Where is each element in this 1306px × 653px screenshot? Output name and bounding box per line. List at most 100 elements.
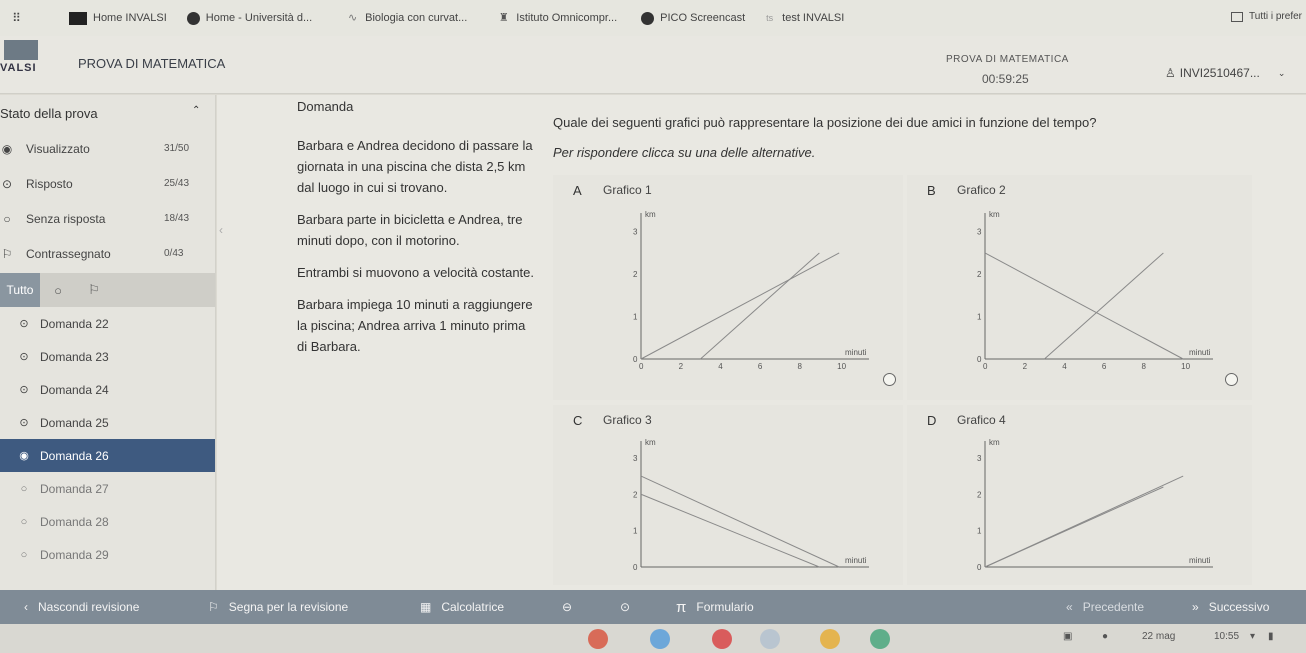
answered-icon: ⊙ [19,351,29,363]
question-item-26[interactable]: ◉ Domanda 26 [0,439,215,472]
formulary-button[interactable]: π Formulario [676,590,754,624]
stat-viewed: ◉ Visualizzato 31/50 [1,141,190,156]
question-header: Domanda [297,99,354,114]
exam-name: PROVA DI MATEMATICA [946,54,1069,65]
series-line-2 [640,493,820,568]
y-axis-label: km [645,438,656,447]
status-panel-title: Stato della prova [0,105,98,121]
option-d[interactable]: D Grafico 4 km minuti 0 1 2 3 [907,405,1252,585]
flag-icon: ⚐ [1,246,13,261]
folder-icon [1231,11,1244,22]
bottom-toolbar: ‹ Nascondi revisione ⚐ Segna per la revisi… [0,590,1306,624]
series-line-2 [1044,252,1164,360]
user-menu[interactable]: ♙ INVI2510467... ⌄ [1165,66,1285,80]
browser-icon[interactable] [820,629,840,649]
wifi-icon: ▾ [1250,631,1256,642]
x-tick-label: 8 [798,362,803,371]
bookmark-icon [69,11,87,25]
question-item-24[interactable]: ⊙ Domanda 24 [0,373,215,406]
answered-icon: ⊙ [1,176,13,191]
question-list: ⊙ Domanda 22 ⊙ Domanda 23 ⊙ Domanda 24 ⊙ Dom… [0,307,215,571]
x-tick-label: 6 [1102,362,1107,371]
user-id: INVI2510467... [1179,66,1260,80]
y-tick-label: 2 [633,270,638,279]
x-tick-label: 10 [1181,362,1190,371]
question-item-25[interactable]: ⊙ Domanda 25 [0,406,215,439]
battery-icon: ▮ [1268,631,1274,642]
target-icon: ⊙ [620,600,631,614]
y-tick-label: 3 [633,228,638,237]
x-tick-label: 8 [1142,362,1147,371]
apps-icon[interactable]: ⠿ [10,11,29,25]
x-tick-label: 6 [758,362,763,371]
x-axis-label: minuti [1189,556,1211,565]
bookmark-2[interactable]: ∿ Biologia con curvat... [346,12,467,25]
youtube-icon[interactable] [712,629,732,649]
series-line-1 [640,252,840,360]
mail-icon[interactable] [650,629,670,649]
chevron-left-icon: ‹ [24,600,28,614]
answered-icon: ⊙ [19,318,29,330]
calculator-icon: ▦ [420,600,432,614]
target-button[interactable]: ⊙ [620,590,630,624]
y-tick-label: 1 [977,313,982,322]
option-letter: B [927,183,936,198]
app-title: PROVA DI MATEMATICA [78,56,226,71]
option-label: Grafico 2 [957,183,1006,197]
chevron-up-icon: ⌃ [192,105,201,116]
next-button[interactable]: » Successivo [1192,590,1269,624]
y-tick-label: 3 [977,454,982,463]
option-b[interactable]: B Grafico 2 km minuti 0 1 2 3 0 2 4 6 8 10 [907,175,1252,400]
pi-icon: π [676,598,687,616]
filter-bar: Tutto ○ ⚐ [0,273,215,307]
option-c[interactable]: C Grafico 3 km minuti 0 1 2 3 [553,405,903,585]
unanswered-icon: ○ [20,515,28,528]
question-item-23[interactable]: ⊙ Domanda 23 [0,340,215,373]
bookmark-1[interactable]: Home - Università d... [186,11,312,25]
series-line-1 [640,475,840,568]
flag-icon: ⚐ [208,600,219,614]
filter-all[interactable]: Tutto [0,273,40,307]
y-tick-label: 3 [977,228,982,237]
previous-button[interactable]: «Precedente [1066,590,1144,624]
question-title: Quale dei seguenti grafici può rappresen… [553,115,1097,130]
y-tick-label: 2 [633,490,638,499]
series-line-2 [984,486,1164,568]
chrome-icon[interactable] [588,629,608,649]
screenshot-icon[interactable]: ▣ [1063,631,1072,642]
x-tick-label: 4 [1062,362,1067,371]
question-item-22[interactable]: ⊙ Domanda 22 [0,307,215,340]
bookmark-4[interactable]: PICO Screencast [641,11,745,25]
mark-review-button[interactable]: ⚐ Segna per la revisione [208,590,348,624]
unanswered-icon: ○ [20,482,28,495]
y-tick-label: 1 [633,527,638,536]
forward-icon: » [1192,600,1199,614]
apps-launcher-icon[interactable] [870,629,890,649]
rewind-icon: « [1066,600,1073,614]
bookmark-5[interactable]: ts test INVALSI [763,12,844,25]
option-a[interactable]: A Grafico 1 km minuti 0 1 2 3 0 2 4 6 8 10 [553,175,903,400]
chevron-down-icon: ⌄ [1277,67,1286,78]
bookmark-3[interactable]: ♜ Istituto Omnicompr... [497,12,617,25]
filter-flagged-icon[interactable]: ⚐ [76,282,112,298]
notification-icon[interactable]: ● [1102,631,1108,642]
option-a-radio[interactable] [883,373,896,386]
shelf-app-icon[interactable] [760,629,780,649]
option-b-radio[interactable] [1225,373,1238,386]
answered-icon: ⊙ [19,384,29,396]
record-icon [641,11,655,25]
bookmark-0[interactable]: Home INVALSI [69,11,167,25]
filter-unanswered-icon[interactable]: ○ [40,283,76,298]
eliminate-option-button[interactable]: ⊖ [562,590,572,624]
status-panel-header[interactable]: Stato della prova ⌃ [0,95,215,131]
option-letter: D [927,413,937,428]
stem-paragraph: Barbara impiega 10 minuti a raggiungere … [297,297,533,354]
collapse-sidebar-icon[interactable]: ‹ [219,223,223,237]
question-item-29[interactable]: ○ Domanda 29 [0,538,215,571]
calculator-button[interactable]: ▦ Calcolatrice [420,590,504,624]
hide-review-button[interactable]: ‹ Nascondi revisione [24,590,139,624]
sidebar: Stato della prova ⌃ ◉ Visualizzato 31/50… [0,95,216,590]
question-item-28[interactable]: ○ Domanda 28 [0,505,215,538]
bookmarks-other[interactable]: Tutti i prefer [1231,11,1302,22]
question-item-27[interactable]: ○ Domanda 27 [0,472,215,505]
